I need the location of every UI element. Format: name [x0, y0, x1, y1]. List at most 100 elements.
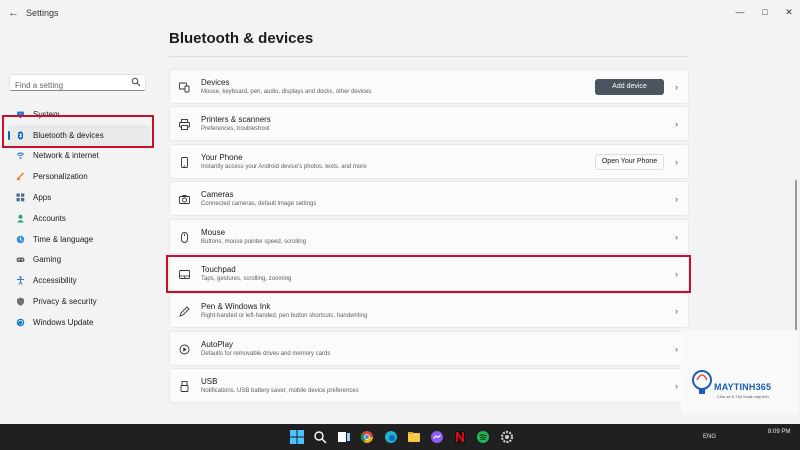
header-divider	[169, 56, 689, 57]
page-title: Bluetooth & devices	[169, 30, 314, 47]
mouse-icon	[181, 231, 188, 243]
chevron-right-icon[interactable]: ›	[675, 232, 678, 242]
taskbar-netflix-icon[interactable]	[453, 430, 467, 444]
card-title: Mouse	[201, 227, 226, 237]
title-bar: ← Settings — □ ✕	[0, 0, 800, 26]
phone-icon	[181, 156, 188, 168]
chevron-right-icon[interactable]: ›	[675, 344, 678, 354]
sidebar-item-label: Accounts	[33, 213, 66, 223]
card-title: Pen & Windows Ink	[201, 302, 271, 312]
back-arrow-icon[interactable]: ←	[8, 7, 19, 19]
sidebar-item-network-internet[interactable]: Network & internet	[8, 146, 150, 167]
brush-icon	[16, 172, 25, 181]
settings-window: ← Settings — □ ✕ SystemBluetooth & devic…	[0, 0, 800, 424]
taskbar-edge-icon[interactable]	[384, 430, 398, 444]
devices-icon	[179, 82, 190, 93]
usb-icon	[180, 381, 189, 393]
camera-icon	[179, 195, 190, 205]
taskbar-search-icon[interactable]	[313, 430, 327, 444]
chevron-right-icon[interactable]: ›	[675, 194, 678, 204]
scrollbar[interactable]	[795, 180, 797, 350]
chevron-right-icon[interactable]: ›	[675, 82, 678, 92]
card-description: Right-handed or left-handed, pen button …	[201, 313, 368, 320]
watermark-tagline: Chia sẻ & Thủ thuật máy tính	[717, 394, 769, 399]
settings-card-printers-scanners[interactable]: Printers & scanners Preferences, troubles…	[169, 106, 689, 142]
sidebar-item-label: Windows Update	[33, 317, 94, 327]
taskbar-task-view-icon[interactable]	[337, 430, 351, 444]
chevron-right-icon[interactable]: ›	[675, 306, 678, 316]
autoplay-icon	[179, 344, 190, 355]
card-title: Printers & scanners	[201, 115, 271, 125]
settings-card-pen-windows-ink[interactable]: Pen & Windows Ink Right-handed or left-ha…	[169, 293, 689, 329]
sidebar-item-gaming[interactable]: Gaming	[8, 250, 150, 271]
taskbar	[0, 424, 800, 450]
tray-time[interactable]: 8:09 PM	[768, 429, 790, 435]
taskbar-chrome-icon[interactable]	[360, 430, 374, 444]
wifi-icon	[16, 152, 25, 160]
taskbar-settings-icon[interactable]	[500, 430, 514, 444]
sidebar-item-accessibility[interactable]: Accessibility	[8, 270, 150, 291]
sidebar-item-personalization[interactable]: Personalization	[8, 166, 150, 187]
taskbar-windows-start-icon[interactable]	[290, 430, 304, 444]
card-title: USB	[201, 377, 218, 387]
taskbar-messenger-icon[interactable]	[430, 430, 444, 444]
sidebar-item-time-language[interactable]: Time & language	[8, 229, 150, 250]
sidebar-item-label: Gaming	[33, 255, 62, 265]
sidebar-item-label: Accessibility	[33, 276, 77, 286]
card-description: Notifications, USB battery saver, mobile…	[201, 388, 359, 395]
taskbar-spotify-icon[interactable]	[476, 430, 490, 444]
card-description: Preferences, troubleshoot	[201, 126, 270, 133]
person-icon	[17, 214, 24, 223]
shield-icon	[17, 297, 24, 306]
settings-card-mouse[interactable]: Mouse Buttons, mouse pointer speed, scrol…	[169, 218, 689, 254]
taskbar-explorer-icon[interactable]	[407, 430, 421, 444]
highlight-box-touchpad	[166, 255, 691, 293]
tray-language[interactable]: ENG	[703, 434, 716, 440]
update-icon	[16, 318, 25, 327]
add-device-button[interactable]: Add device	[595, 79, 664, 95]
chevron-right-icon[interactable]: ›	[675, 119, 678, 129]
card-title: Your Phone	[201, 152, 243, 162]
close-icon[interactable]: ✕	[779, 4, 799, 20]
watermark-brand: MAYTINH365	[714, 382, 772, 392]
card-description: Mouse, keyboard, pen, audio, displays an…	[201, 89, 372, 95]
maximize-icon[interactable]: □	[755, 4, 775, 20]
settings-card-your-phone[interactable]: Your Phone Instantly access your Android …	[169, 143, 689, 179]
maytinh365-logo-icon	[692, 370, 712, 394]
pen-icon	[179, 306, 190, 318]
gamepad-icon	[16, 257, 25, 263]
sidebar-item-label: Network & internet	[33, 151, 99, 161]
sidebar-item-label: Apps	[33, 193, 52, 203]
sidebar-item-label: Privacy & security	[33, 297, 97, 307]
sidebar-item-apps[interactable]: Apps	[8, 187, 150, 208]
apps-icon	[16, 193, 25, 202]
card-title: Cameras	[201, 190, 234, 200]
minimize-icon[interactable]: —	[730, 4, 750, 20]
sidebar-item-windows-update[interactable]: Windows Update	[8, 312, 150, 333]
sidebar-item-privacy-security[interactable]: Privacy & security	[8, 291, 150, 312]
sidebar-item-accounts[interactable]: Accounts	[8, 208, 150, 229]
card-description: Buttons, mouse pointer speed, scrolling	[201, 238, 307, 245]
settings-card-usb[interactable]: USB Notifications, USB battery saver, mob…	[169, 368, 689, 404]
card-description: Connected cameras, default image setting…	[201, 201, 317, 208]
chevron-right-icon[interactable]: ›	[675, 157, 678, 167]
highlight-box-sidebar	[2, 115, 154, 148]
find-setting-search[interactable]	[9, 74, 146, 93]
search-input[interactable]	[10, 78, 125, 93]
chevron-right-icon[interactable]: ›	[675, 381, 678, 391]
printer-icon	[179, 119, 190, 131]
open-your-phone-button[interactable]: Open Your Phone	[595, 153, 664, 170]
settings-card-cameras[interactable]: Cameras Connected cameras, default image …	[169, 181, 689, 217]
sidebar-item-label: Time & language	[33, 234, 94, 244]
watermark-panel	[681, 330, 798, 415]
app-title: Settings	[26, 8, 59, 18]
settings-card-devices[interactable]: Devices Mouse, keyboard, pen, audio, disp…	[169, 69, 689, 104]
settings-card-autoplay[interactable]: AutoPlay Defaults for removable drives an…	[169, 330, 689, 366]
card-title: Devices	[201, 78, 230, 87]
search-icon[interactable]	[131, 77, 141, 87]
card-title: AutoPlay	[201, 339, 234, 349]
accessibility-icon	[17, 276, 24, 286]
globe-clock-icon	[16, 235, 25, 243]
settings-list: Devices Mouse, keyboard, pen, audio, disp…	[169, 69, 689, 406]
sidebar-item-label: Personalization	[33, 172, 88, 182]
